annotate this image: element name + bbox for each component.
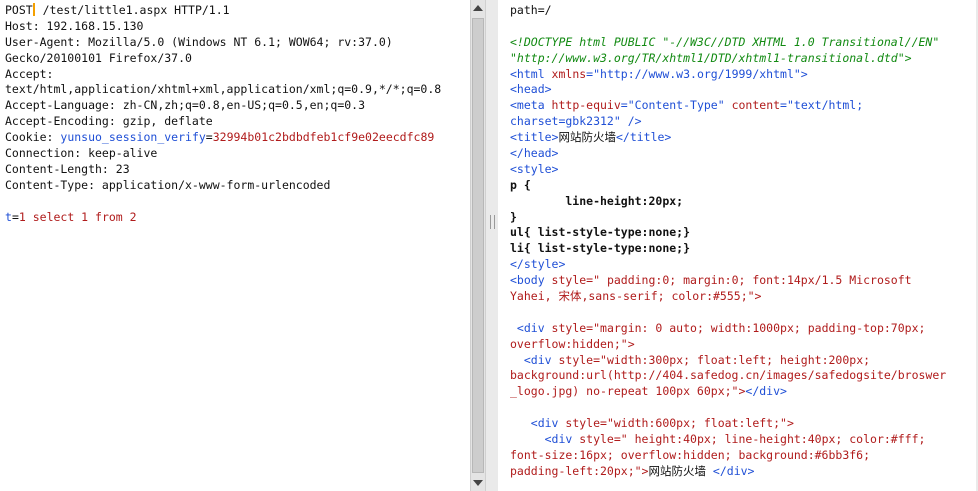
header-text: 网站防火墙 xyxy=(648,463,713,478)
header-user-agent: User-Agent: Mozilla/5.0 (Windows NT 6.1;… xyxy=(5,34,393,49)
header-accept-cont: text/html,application/xhtml+xml,applicat… xyxy=(5,82,442,97)
html-attr-value: =" height:40px; line-height:40px; color:… xyxy=(613,432,926,447)
header-user-agent-cont: Gecko/20100101 Firefox/37.0 xyxy=(5,50,192,65)
response-line: <title>网站防火墙</title> xyxy=(510,130,978,146)
cookie-name: yunsuo_session_verify xyxy=(60,130,206,145)
header-host: Host: 192.168.15.130 xyxy=(5,18,144,33)
body-param-value: 1 select 1 from 2 xyxy=(18,209,137,224)
html-attr: style xyxy=(558,416,601,431)
response-line: } xyxy=(510,209,517,224)
header-content-length: Content-Length: 23 xyxy=(5,161,130,176)
response-line: li{ list-style-type:none;} xyxy=(510,241,691,256)
html-tag: <html xyxy=(510,66,545,81)
request-editor[interactable]: POST /test/little1.aspx HTTP/1.1 Host: 1… xyxy=(0,0,470,491)
html-attr-value: ="http://www.w3.org/1999/xhtml"> xyxy=(586,66,808,81)
header-connection: Connection: keep-alive xyxy=(5,146,158,161)
header-content-type: Content-Type: application/x-www-form-url… xyxy=(5,177,331,192)
header-accept-encoding: Accept-Encoding: gzip, deflate xyxy=(5,114,213,129)
html-attr: http-equiv xyxy=(544,98,621,113)
response-line: <div style="width:600px; float:left;"> xyxy=(510,416,978,432)
response-line: <html xmlns="http://www.w3.org/1999/xhtm… xyxy=(510,67,978,83)
cookie-label: Cookie: xyxy=(5,130,61,145)
request-text[interactable]: POST /test/little1.aspx HTTP/1.1 Host: 1… xyxy=(5,3,470,225)
body-param-name: t xyxy=(5,209,12,224)
html-attr-value: ="width:300px; float:left; height:200px; xyxy=(593,352,871,367)
html-attr: style xyxy=(544,320,587,335)
response-line: </style> xyxy=(510,257,566,272)
html-tag: <div xyxy=(510,352,552,367)
response-line: "http://www.w3.org/TR/xhtml1/DTD/xhtml1-… xyxy=(510,50,912,65)
response-line: overflow:hidden;"> xyxy=(510,336,635,351)
response-line: <div style=" height:40px; line-height:40… xyxy=(510,432,978,448)
request-method: POST xyxy=(5,3,33,17)
response-line: <style> xyxy=(510,161,559,176)
html-attr: xmlns xyxy=(544,66,587,81)
response-line: charset=gbk2312" /> xyxy=(510,114,642,129)
html-attr-value: ="width:600px; float:left;"> xyxy=(600,416,794,431)
scrollbar-thumb[interactable] xyxy=(472,18,484,473)
response-line: _logo.jpg) no-repeat 100px 60px;"></div> xyxy=(510,384,978,400)
html-attr-value: =" padding:0; margin:0; font:14px/1.5 Mi… xyxy=(586,273,912,288)
html-tag: <div xyxy=(510,416,559,431)
response-line: <div style="width:300px; float:left; hei… xyxy=(510,353,978,369)
response-line: <div style="margin: 0 auto; width:1000px… xyxy=(510,321,978,337)
html-attr-value: padding-left:20px;"> xyxy=(510,463,649,478)
html-tag: <body xyxy=(510,273,545,288)
response-line: </head> xyxy=(510,146,559,161)
cookie-value: 32994b01c2bdbdfeb1cf9e02eecdfc89 xyxy=(212,130,435,145)
response-line: padding-left:20px;">网站防火墙 </div> xyxy=(510,464,978,480)
html-attr: content xyxy=(724,98,781,113)
html-attr-value: ="margin: 0 auto; width:1000px; padding-… xyxy=(586,320,926,335)
html-attr: style xyxy=(572,432,614,447)
html-tag: </div> xyxy=(712,463,755,478)
response-line: <body style=" padding:0; margin:0; font:… xyxy=(510,273,978,289)
html-tag: <title> xyxy=(510,130,559,145)
title-text: 网站防火墙 xyxy=(558,130,616,145)
response-line: ul{ list-style-type:none;} xyxy=(510,225,691,240)
response-line: <!DOCTYPE html PUBLIC "-//W3C//DTD XHTML… xyxy=(510,34,940,49)
header-accept: Accept: xyxy=(5,66,54,81)
response-line: <meta http-equiv="Content-Type" content=… xyxy=(510,98,978,114)
html-tag: <div xyxy=(510,432,573,447)
response-line: Yahei, 宋体,sans-serif; color:#555;"> xyxy=(510,289,762,304)
header-accept-language: Accept-Language: zh-CN,zh;q=0.8,en-US;q=… xyxy=(5,98,366,113)
response-line: <head> xyxy=(510,82,552,97)
body-eq: = xyxy=(11,209,19,224)
request-line: POST /test/little1.aspx HTTP/1.1 xyxy=(5,3,470,19)
html-tag: <meta xyxy=(510,98,545,113)
header-cookie: Cookie: yunsuo_session_verify=32994b01c2… xyxy=(5,130,470,146)
response-line: line-height:20px; xyxy=(510,193,684,208)
response-viewer[interactable]: path=/ <!DOCTYPE html PUBLIC "-//W3C//DT… xyxy=(498,0,978,491)
response-line: p { xyxy=(510,177,531,192)
request-body: t=1 select 1 from 2 xyxy=(5,210,470,226)
html-attr-value: ="Content-Type" xyxy=(620,98,725,113)
html-attr-value: ="text/html; xyxy=(780,98,864,113)
text-cursor xyxy=(32,3,35,16)
request-path: /test/little1.aspx HTTP/1.1 xyxy=(35,3,230,17)
splitter-grip-icon[interactable] xyxy=(490,215,495,229)
response-line: font-size:16px; overflow:hidden; backgro… xyxy=(510,447,871,462)
response-line: path=/ xyxy=(510,3,552,17)
scroll-down-arrow-icon[interactable] xyxy=(473,480,483,486)
response-line: background:url(http://404.safedog.cn/ima… xyxy=(510,368,947,383)
html-attr: style xyxy=(544,273,587,288)
html-attr: style xyxy=(551,352,594,367)
scroll-up-arrow-icon[interactable] xyxy=(473,5,483,11)
request-scrollbar[interactable] xyxy=(470,0,485,491)
cookie-eq: = xyxy=(205,130,213,145)
html-tag: <div xyxy=(510,320,545,335)
html-tag: </div> xyxy=(745,384,787,399)
html-tag: </title> xyxy=(615,130,672,145)
html-attr-value: _logo.jpg) no-repeat 100px 60px;"> xyxy=(510,384,746,399)
response-text[interactable]: path=/ <!DOCTYPE html PUBLIC "-//W3C//DT… xyxy=(510,3,978,480)
